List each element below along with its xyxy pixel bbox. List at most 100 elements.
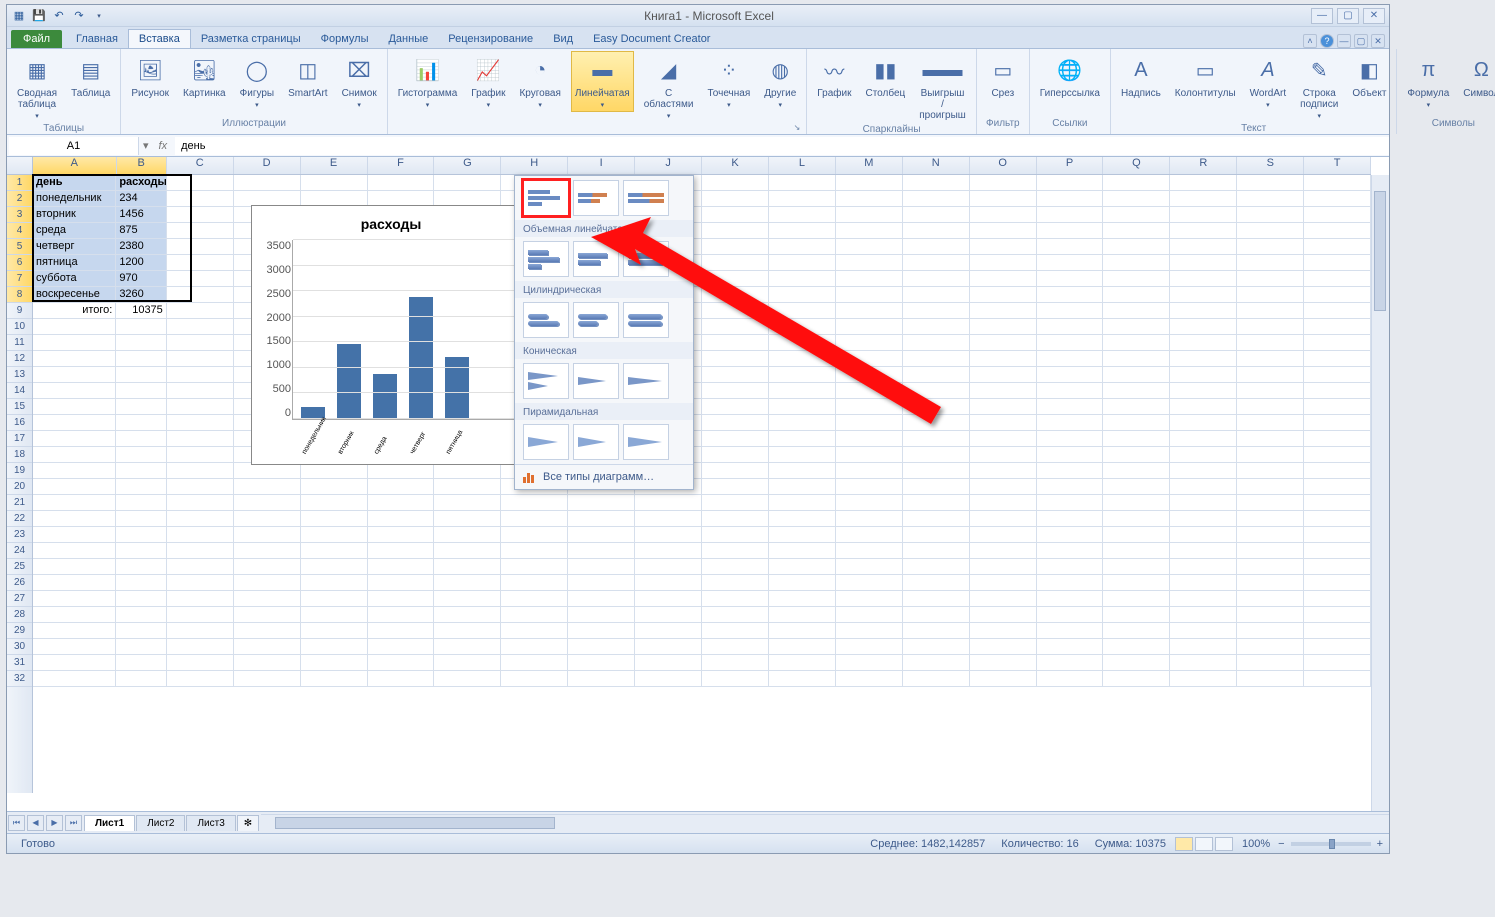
cell[interactable] [234, 591, 301, 607]
cell[interactable] [167, 175, 234, 191]
cell[interactable] [1304, 559, 1371, 575]
row-header-12[interactable]: 12 [7, 351, 32, 367]
cell[interactable] [970, 591, 1037, 607]
cell[interactable] [970, 543, 1037, 559]
cell[interactable] [1037, 655, 1104, 671]
cell[interactable] [1170, 463, 1237, 479]
cell[interactable] [116, 543, 166, 559]
sparkline-column-button[interactable]: ▮▮Столбец [861, 51, 909, 102]
cell[interactable] [635, 575, 702, 591]
cell[interactable] [970, 367, 1037, 383]
cell[interactable] [970, 383, 1037, 399]
row-header-19[interactable]: 19 [7, 463, 32, 479]
zoom-percent[interactable]: 100% [1234, 838, 1278, 850]
cell[interactable] [1237, 287, 1304, 303]
cell[interactable] [702, 191, 769, 207]
cell[interactable] [301, 655, 368, 671]
pie-chart-button[interactable]: ◔Круговая▾ [515, 51, 564, 112]
cell[interactable] [903, 239, 970, 255]
cell[interactable] [702, 575, 769, 591]
cell[interactable] [301, 527, 368, 543]
horizontal-scrollbar[interactable] [261, 814, 1389, 832]
cell[interactable] [1170, 207, 1237, 223]
cell[interactable] [702, 463, 769, 479]
cell[interactable] [903, 543, 970, 559]
cell[interactable]: расходы [116, 175, 166, 191]
cell[interactable] [1304, 351, 1371, 367]
cell[interactable] [903, 255, 970, 271]
cell[interactable] [1103, 655, 1170, 671]
cell[interactable] [903, 303, 970, 319]
cell[interactable]: воскресенье [33, 287, 116, 303]
cell[interactable] [769, 303, 836, 319]
embedded-chart[interactable]: расходы 3500300025002000150010005000 пон… [251, 205, 531, 465]
cell[interactable] [903, 495, 970, 511]
cell[interactable] [903, 367, 970, 383]
cell[interactable] [1037, 671, 1104, 687]
cell[interactable] [1237, 463, 1304, 479]
last-sheet-button[interactable]: ⏭ [65, 815, 82, 831]
row-header-15[interactable]: 15 [7, 399, 32, 415]
cell[interactable] [116, 591, 166, 607]
cell[interactable] [702, 639, 769, 655]
cell[interactable] [702, 671, 769, 687]
close-button[interactable]: ✕ [1363, 8, 1385, 24]
cell[interactable]: 1456 [116, 207, 166, 223]
cell[interactable] [769, 175, 836, 191]
first-sheet-button[interactable]: ⏮ [8, 815, 25, 831]
cell[interactable] [1103, 351, 1170, 367]
cell[interactable] [1170, 575, 1237, 591]
cell[interactable] [116, 463, 166, 479]
cell[interactable] [116, 399, 166, 415]
cell[interactable] [635, 591, 702, 607]
cell[interactable] [1237, 415, 1304, 431]
cell[interactable] [970, 447, 1037, 463]
cell[interactable] [903, 463, 970, 479]
cell[interactable] [769, 415, 836, 431]
cell[interactable] [1170, 495, 1237, 511]
name-box-dropdown[interactable]: ▾ [141, 139, 151, 152]
cell[interactable] [1103, 495, 1170, 511]
cell[interactable] [368, 607, 435, 623]
tab-view[interactable]: Вид [543, 30, 583, 48]
cell[interactable] [769, 607, 836, 623]
cell[interactable] [1304, 287, 1371, 303]
cell[interactable] [167, 367, 234, 383]
cone-bar-3[interactable] [623, 363, 669, 399]
cell[interactable] [116, 527, 166, 543]
cell[interactable] [1304, 191, 1371, 207]
cell[interactable] [167, 607, 234, 623]
cell[interactable] [116, 623, 166, 639]
object-button[interactable]: ◧Объект [1348, 51, 1390, 102]
cell[interactable] [836, 399, 903, 415]
cell[interactable]: вторник [33, 207, 116, 223]
cell[interactable] [501, 655, 568, 671]
cell[interactable] [1170, 447, 1237, 463]
cell[interactable] [836, 191, 903, 207]
cell[interactable] [501, 639, 568, 655]
tab-data[interactable]: Данные [378, 30, 438, 48]
cell[interactable] [33, 335, 116, 351]
pyramid-bar-1[interactable] [523, 424, 569, 460]
cell[interactable] [1304, 383, 1371, 399]
cell[interactable]: итого: [33, 303, 116, 319]
cell[interactable] [1170, 479, 1237, 495]
cell[interactable] [903, 287, 970, 303]
save-icon[interactable]: 💾 [31, 8, 47, 24]
cell[interactable] [702, 511, 769, 527]
cell[interactable] [434, 463, 501, 479]
cell[interactable] [635, 639, 702, 655]
cell[interactable] [368, 559, 435, 575]
cell[interactable] [33, 399, 116, 415]
cell[interactable] [1103, 575, 1170, 591]
column-header-I[interactable]: I [568, 157, 635, 174]
cell[interactable] [568, 591, 635, 607]
cell[interactable] [368, 463, 435, 479]
cell[interactable] [167, 303, 234, 319]
cell[interactable] [301, 671, 368, 687]
cell[interactable] [769, 527, 836, 543]
cell[interactable] [116, 511, 166, 527]
cell[interactable] [769, 447, 836, 463]
cell[interactable] [301, 495, 368, 511]
cell[interactable] [970, 175, 1037, 191]
